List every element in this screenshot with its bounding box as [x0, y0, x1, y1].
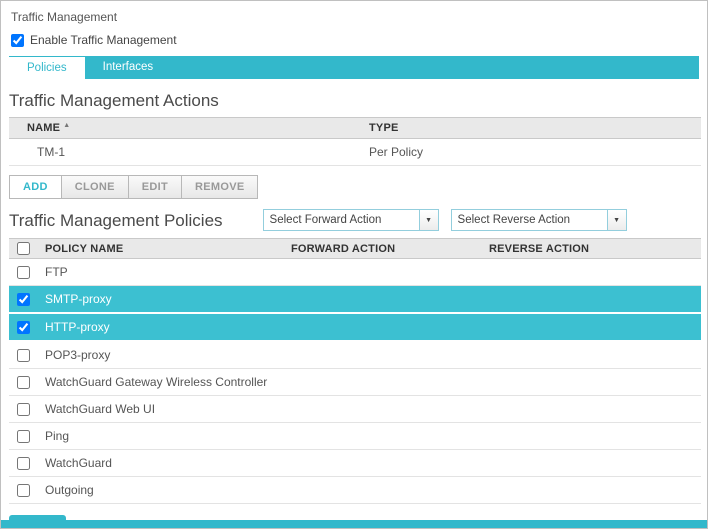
policy-reverse-cell	[479, 341, 701, 369]
reverse-action-select-value: Select Reverse Action	[452, 214, 607, 226]
actions-col-name[interactable]: NAME▲	[9, 118, 359, 139]
policies-table: POLICY NAME FORWARD ACTION REVERSE ACTIO…	[9, 238, 701, 504]
policy-reverse-cell	[479, 450, 701, 477]
policy-checkbox-cell	[9, 369, 35, 396]
policy-name-cell: HTTP-proxy	[35, 313, 281, 341]
reverse-action-select[interactable]: Select Reverse Action ▼	[451, 209, 627, 231]
action-row[interactable]: TM-1 Per Policy	[9, 139, 701, 166]
policy-forward-cell	[281, 477, 479, 504]
policy-checkbox[interactable]	[17, 457, 30, 470]
actions-section-title: Traffic Management Actions	[9, 91, 707, 110]
policy-name-cell: WatchGuard Web UI	[35, 396, 281, 423]
policy-checkbox-cell	[9, 313, 35, 341]
forward-action-select[interactable]: Select Forward Action ▼	[263, 209, 439, 231]
policy-row[interactable]: POP3-proxy	[9, 341, 701, 369]
policy-forward-cell	[281, 450, 479, 477]
policy-row[interactable]: FTP	[9, 259, 701, 286]
policy-checkbox-cell	[9, 286, 35, 314]
policies-col-name[interactable]: POLICY NAME	[35, 239, 281, 259]
policy-name-cell: WatchGuard	[35, 450, 281, 477]
policies-section-title: Traffic Management Policies	[9, 211, 223, 230]
policy-checkbox[interactable]	[17, 376, 30, 389]
policy-name-cell: FTP	[35, 259, 281, 286]
forward-action-select-value: Select Forward Action	[264, 214, 419, 226]
policy-name-cell: POP3-proxy	[35, 341, 281, 369]
remove-button[interactable]: REMOVE	[181, 175, 258, 199]
policy-reverse-cell	[479, 313, 701, 341]
sort-ascending-icon: ▲	[63, 122, 70, 129]
policy-row[interactable]: WatchGuard Web UI	[9, 396, 701, 423]
select-all-cell	[9, 239, 35, 259]
policy-forward-cell	[281, 341, 479, 369]
policy-checkbox[interactable]	[17, 321, 30, 334]
policies-section-header: Traffic Management Policies Select Forwa…	[9, 209, 699, 231]
policy-forward-cell	[281, 423, 479, 450]
policy-name-cell: WatchGuard Gateway Wireless Controller	[35, 369, 281, 396]
policy-checkbox-cell	[9, 423, 35, 450]
policy-name-cell: Outgoing	[35, 477, 281, 504]
enable-traffic-management[interactable]: Enable Traffic Management	[11, 33, 707, 47]
policies-header-row: POLICY NAME FORWARD ACTION REVERSE ACTIO…	[9, 239, 701, 259]
policy-checkbox[interactable]	[17, 403, 30, 416]
policy-checkbox-cell	[9, 396, 35, 423]
policy-checkbox-cell	[9, 341, 35, 369]
chevron-down-icon[interactable]: ▼	[419, 210, 438, 230]
policy-row[interactable]: WatchGuard Gateway Wireless Controller	[9, 369, 701, 396]
policy-checkbox[interactable]	[17, 484, 30, 497]
tab-bar: Policies Interfaces	[9, 56, 699, 79]
select-all-checkbox[interactable]	[17, 242, 30, 255]
policy-forward-cell	[281, 313, 479, 341]
actions-toolbar: ADD CLONE EDIT REMOVE	[9, 175, 707, 199]
policy-reverse-cell	[479, 396, 701, 423]
action-type-cell: Per Policy	[359, 139, 701, 166]
actions-table: NAME▲ TYPE TM-1 Per Policy	[9, 117, 701, 166]
policy-reverse-cell	[479, 369, 701, 396]
policy-checkbox-cell	[9, 450, 35, 477]
chevron-down-icon[interactable]: ▼	[607, 210, 626, 230]
actions-header-row: NAME▲ TYPE	[9, 118, 701, 139]
policy-forward-cell	[281, 369, 479, 396]
policies-col-reverse[interactable]: REVERSE ACTION	[479, 239, 701, 259]
policy-checkbox-cell	[9, 259, 35, 286]
clone-button[interactable]: CLONE	[61, 175, 129, 199]
tab-policies[interactable]: Policies	[9, 57, 85, 79]
page-title: Traffic Management	[11, 10, 707, 24]
action-name-cell: TM-1	[9, 139, 359, 166]
traffic-management-page: Traffic Management Enable Traffic Manage…	[0, 0, 708, 529]
policy-name-cell: Ping	[35, 423, 281, 450]
policy-forward-cell	[281, 286, 479, 314]
policy-forward-cell	[281, 396, 479, 423]
policy-checkbox-cell	[9, 477, 35, 504]
policy-reverse-cell	[479, 477, 701, 504]
policy-row[interactable]: WatchGuard	[9, 450, 701, 477]
policy-reverse-cell	[479, 286, 701, 314]
edit-button[interactable]: EDIT	[128, 175, 182, 199]
policy-reverse-cell	[479, 259, 701, 286]
policy-reverse-cell	[479, 423, 701, 450]
actions-col-type[interactable]: TYPE	[359, 118, 701, 139]
actions-col-name-label: NAME	[27, 122, 60, 134]
policy-checkbox[interactable]	[17, 266, 30, 279]
policy-checkbox[interactable]	[17, 349, 30, 362]
policy-row[interactable]: Ping	[9, 423, 701, 450]
policy-name-cell: SMTP-proxy	[35, 286, 281, 314]
policy-row[interactable]: Outgoing	[9, 477, 701, 504]
enable-traffic-management-checkbox[interactable]	[11, 34, 24, 47]
enable-traffic-management-label: Enable Traffic Management	[30, 33, 177, 47]
policy-checkbox[interactable]	[17, 293, 30, 306]
policy-forward-cell	[281, 259, 479, 286]
policy-row[interactable]: SMTP-proxy	[9, 286, 701, 314]
add-button[interactable]: ADD	[9, 175, 62, 199]
policy-row[interactable]: HTTP-proxy	[9, 313, 701, 341]
policy-checkbox[interactable]	[17, 430, 30, 443]
tab-interfaces[interactable]: Interfaces	[85, 56, 172, 79]
bottom-accent-bar	[1, 520, 707, 528]
policies-col-forward[interactable]: FORWARD ACTION	[281, 239, 479, 259]
